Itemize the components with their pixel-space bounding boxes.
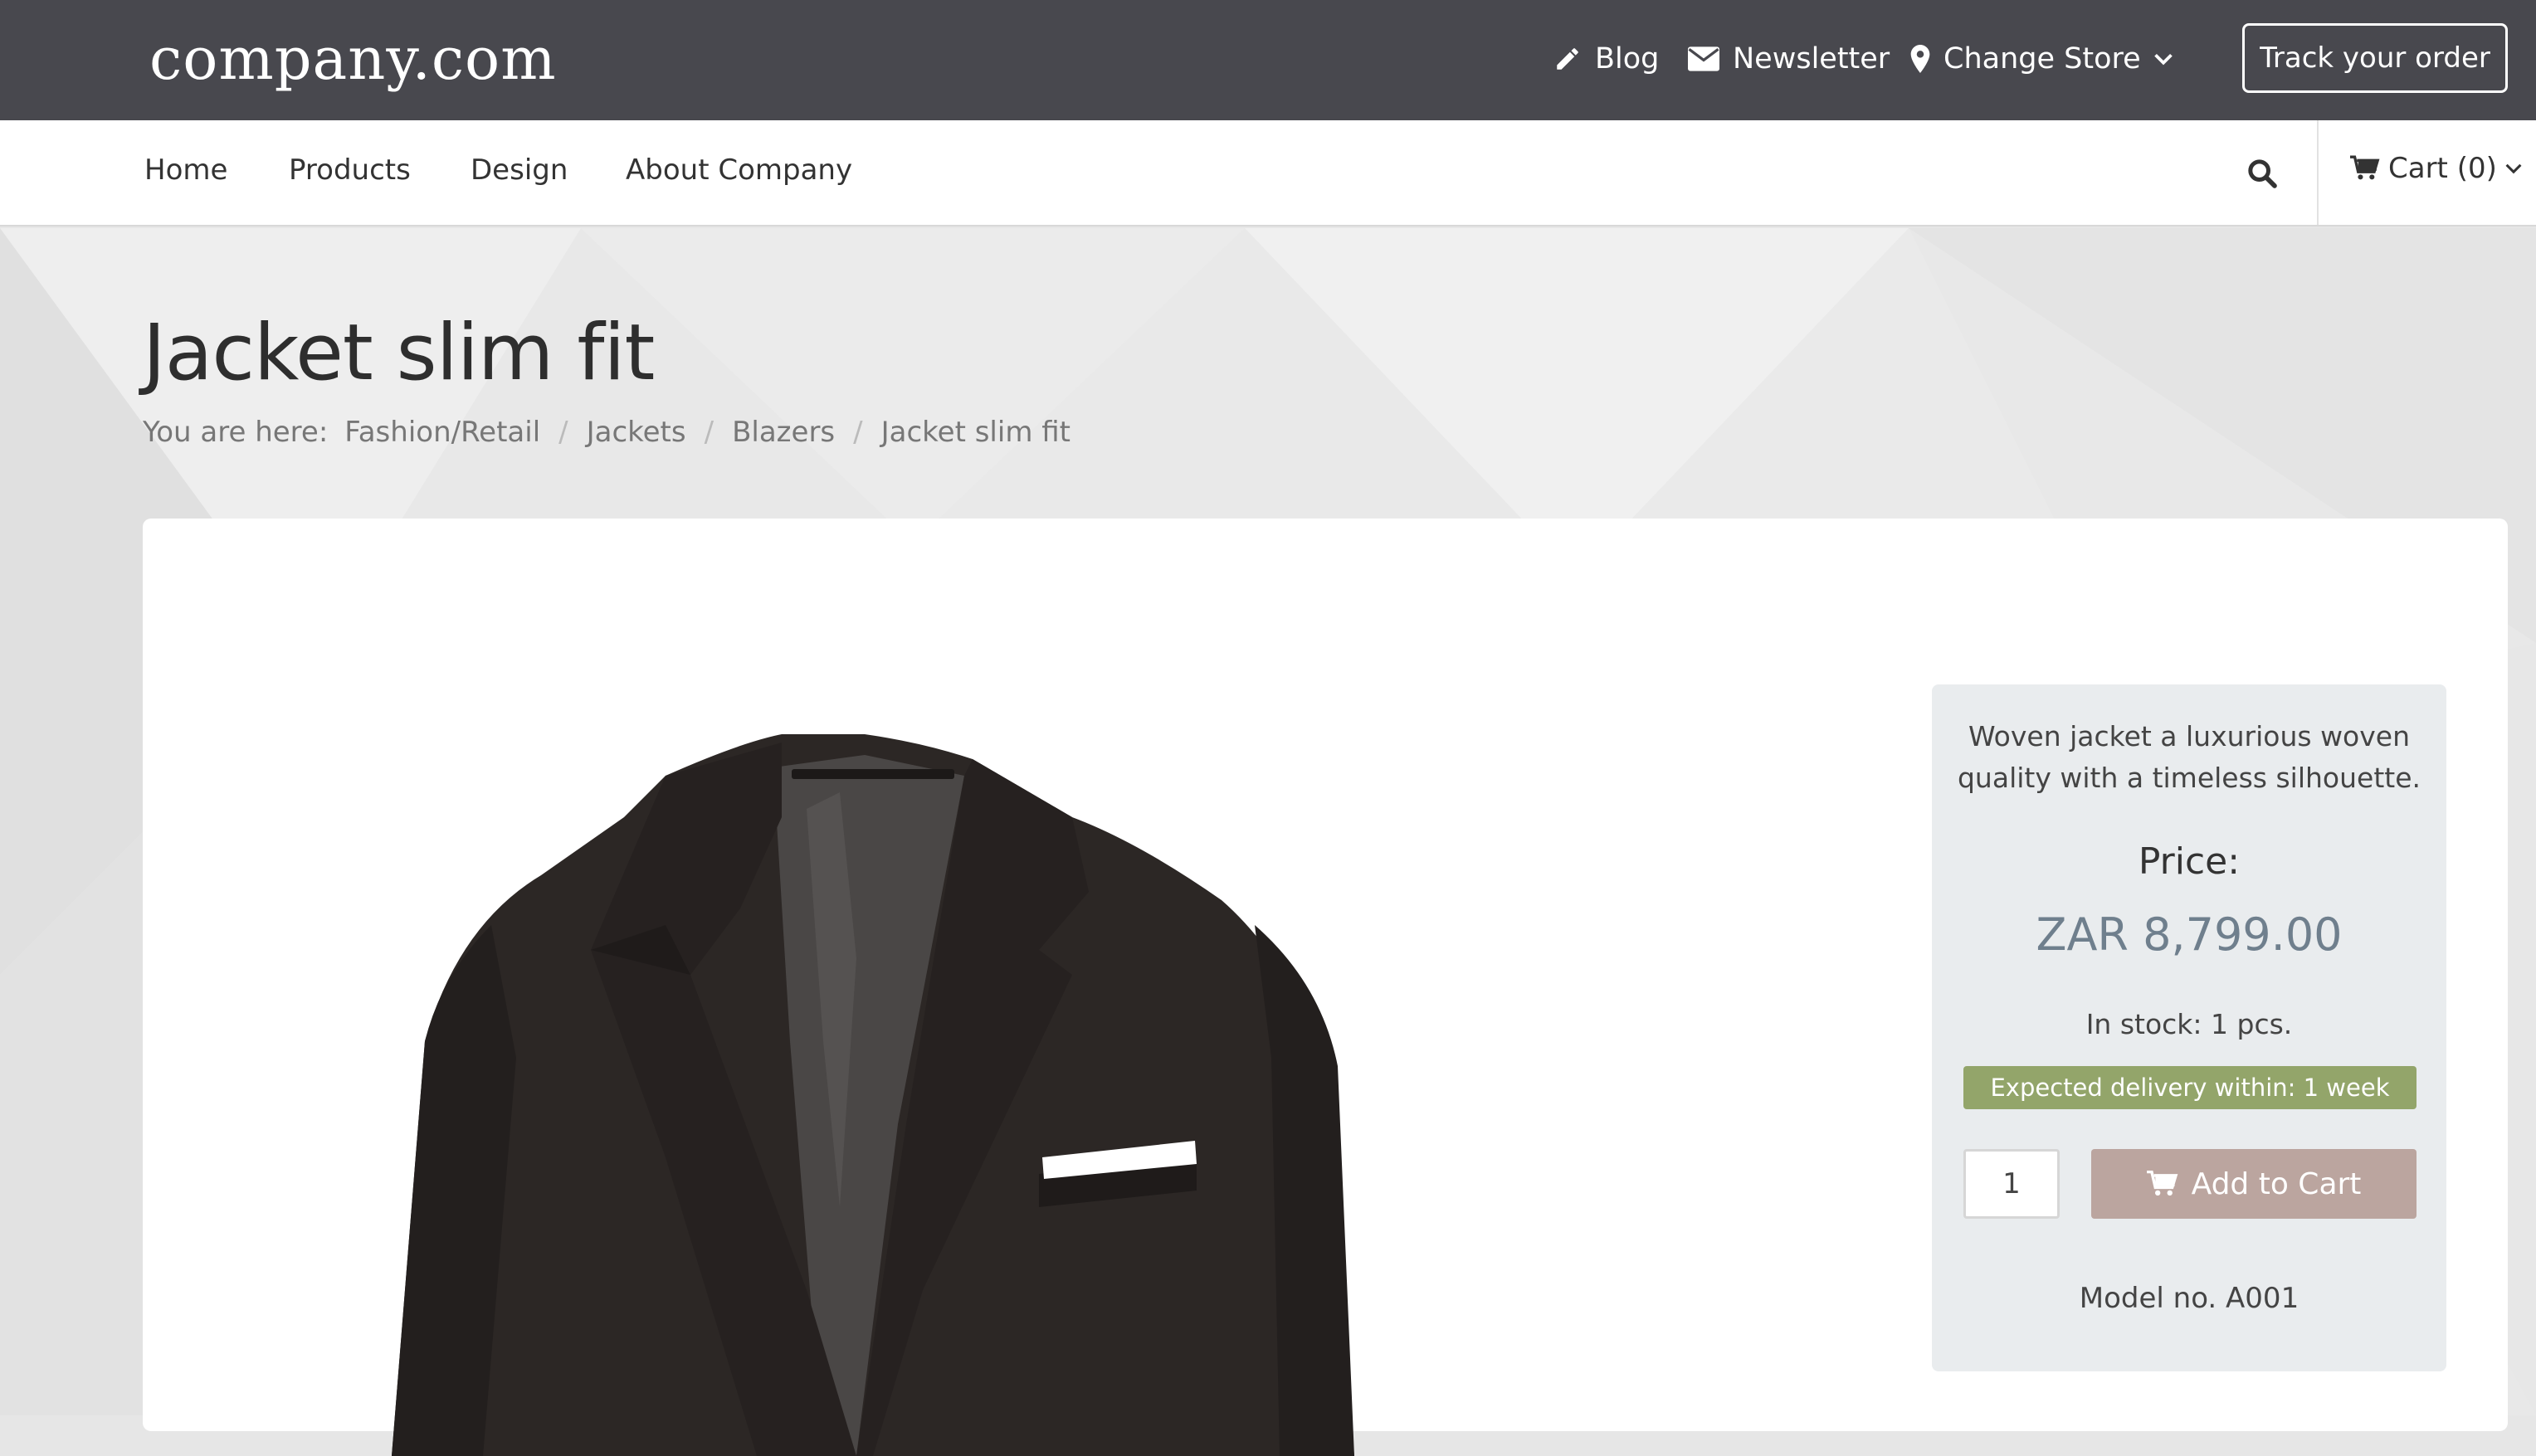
breadcrumb-separator: /: [853, 416, 863, 449]
add-to-cart-button[interactable]: Add to Cart: [2091, 1149, 2417, 1219]
product-image[interactable]: [392, 709, 1686, 1456]
model-number: Model no. A001: [2079, 1282, 2299, 1315]
delivery-badge: Expected delivery within: 1 week: [1963, 1066, 2417, 1109]
breadcrumb-separator: /: [704, 416, 714, 449]
track-order-button[interactable]: Track your order: [2242, 23, 2508, 93]
stock-status: In stock: 1 pcs.: [2085, 1008, 2293, 1040]
page-title: Jacket slim fit: [143, 308, 655, 398]
price-label: Price:: [2138, 840, 2241, 883]
breadcrumb-current: Jacket slim fit: [880, 416, 1070, 449]
site-logo[interactable]: company.com: [149, 25, 557, 93]
price-value: ZAR 8,799.00: [2036, 908, 2343, 961]
chevron-down-icon: [2505, 163, 2522, 174]
search-icon[interactable]: [2246, 157, 2279, 190]
breadcrumb: You are here: Fashion/Retail / Jackets /…: [143, 416, 1070, 449]
nav-item-home[interactable]: Home: [144, 153, 227, 187]
pencil-icon: [1557, 48, 1578, 70]
newsletter-link[interactable]: Newsletter: [1688, 37, 1890, 81]
breadcrumb-item[interactable]: Jackets: [587, 416, 686, 449]
product-description: Woven jacket a luxurious woven quality w…: [1957, 720, 2421, 794]
top-bar: company.com Blog Newsletter Change Store…: [0, 0, 2536, 120]
shopping-cart-icon: [2350, 155, 2380, 180]
shopping-cart-icon: [2146, 1171, 2178, 1196]
cart-dropdown[interactable]: Cart (0): [2350, 152, 2522, 185]
cart-label: Cart (0): [2388, 152, 2497, 185]
nav-item-design[interactable]: Design: [471, 153, 568, 187]
breadcrumb-lead: You are here:: [143, 416, 329, 449]
change-store-label: Change Store: [1943, 42, 2141, 75]
nav-divider: [2317, 120, 2319, 225]
chevron-down-icon: [2153, 53, 2173, 66]
nav-item-products[interactable]: Products: [289, 153, 411, 187]
newsletter-link-label: Newsletter: [1733, 42, 1890, 75]
blog-link[interactable]: Blog: [1553, 37, 1659, 81]
add-to-cart-label: Add to Cart: [2191, 1166, 2362, 1201]
nav-item-about-company[interactable]: About Company: [626, 153, 852, 187]
product-card: Woven jacket a luxurious woven quality w…: [143, 519, 2508, 1456]
main-nav: Home Products Design About Company Cart …: [0, 120, 2536, 226]
breadcrumb-separator: /: [558, 416, 568, 449]
quantity-input[interactable]: [1963, 1149, 2060, 1219]
blog-link-label: Blog: [1595, 42, 1660, 75]
map-marker-icon: [1910, 45, 1930, 73]
breadcrumb-item[interactable]: Blazers: [732, 416, 835, 449]
envelope-icon: [1688, 46, 1719, 71]
change-store-dropdown[interactable]: Change Store: [1910, 37, 2173, 81]
breadcrumb-item[interactable]: Fashion/Retail: [344, 416, 540, 449]
product-info-panel: Woven jacket a luxurious woven quality w…: [1932, 684, 2446, 1371]
